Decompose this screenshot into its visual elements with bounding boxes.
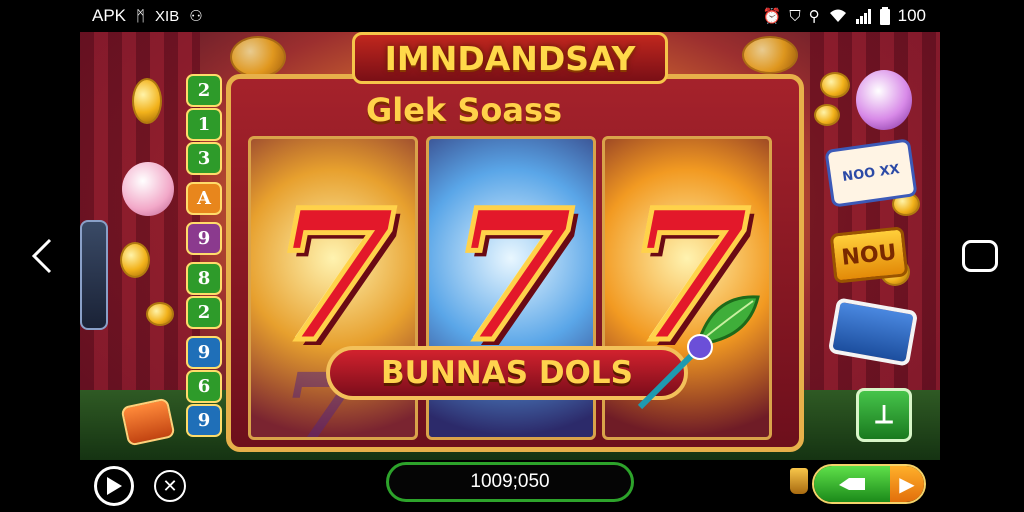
pig-mascot-icon — [122, 162, 174, 216]
magic-wand-icon — [637, 334, 713, 410]
deco-card-top: NOO XX — [824, 138, 918, 208]
battery-icon — [879, 7, 890, 25]
slot-game-scene: NOO XX NOU ⟂ IMNDANDSAY Glek Soass 7 7 7… — [80, 32, 940, 460]
close-icon: ✕ — [162, 475, 178, 497]
spin-button[interactable]: ▶ — [812, 464, 926, 504]
payline-number-badge: 2 — [186, 74, 222, 107]
notification-image-icon: ᛗ — [136, 7, 146, 25]
bonus-label: BUNNAS DOLS — [381, 355, 633, 391]
seven-symbol: 7 — [447, 171, 577, 382]
shield-icon: ⛉ — [789, 7, 801, 25]
game-title-banner: IMNDANDSAY — [352, 32, 668, 84]
payline-number-badge: 3 — [186, 142, 222, 175]
notification-text-icon: XIB — [155, 7, 180, 25]
screen-prop — [80, 220, 108, 330]
play-icon — [107, 477, 122, 495]
play-arrow-icon: ▶ — [899, 472, 915, 496]
payline-number-badge: 2 — [186, 296, 222, 329]
search-icon: ⚲ — [808, 8, 820, 25]
payline-number-badge: 9 — [186, 336, 222, 369]
notification-misc-icon: ⚇ — [189, 8, 203, 25]
autoplay-button[interactable] — [94, 466, 134, 506]
coin-icon — [230, 36, 286, 78]
coin-icon — [742, 36, 798, 74]
close-button[interactable]: ✕ — [154, 470, 186, 502]
spin-green-segment — [814, 466, 890, 502]
game-title: IMNDANDSAY — [384, 38, 636, 78]
payline-number-badge: 1 — [186, 108, 222, 141]
back-nav-icon[interactable] — [22, 236, 62, 276]
signal-icon — [855, 9, 871, 24]
status-app-label: APK — [92, 6, 127, 25]
hand-icon — [839, 478, 865, 490]
payline-number-badge: A — [186, 182, 222, 215]
seven-symbol: 7 — [269, 171, 399, 382]
alarm-icon: ⏰ — [762, 8, 782, 25]
battery-level: 100 — [897, 6, 926, 25]
spin-arrow-segment: ▶ — [890, 466, 924, 502]
payline-number-badge: 6 — [186, 370, 222, 403]
left-nav-area — [0, 0, 80, 512]
coin-icon — [120, 242, 150, 278]
deco-card-mid: NOU — [829, 226, 909, 284]
payline-number-badge: 9 — [186, 404, 222, 437]
right-nav-area — [940, 0, 1024, 512]
game-subtitle: Glek Soass — [365, 91, 563, 129]
coin-icon — [132, 78, 162, 124]
coin-icon — [820, 72, 850, 98]
purple-mascot-icon — [856, 70, 912, 130]
recent-apps-icon[interactable] — [962, 240, 998, 272]
payline-number-badge: 9 — [186, 222, 222, 255]
status-bar: APK ᛗ XIB ⚇ ⏰ ⛉ ⚲ 100 — [80, 0, 940, 32]
coin-icon — [814, 104, 840, 126]
balance-display: 1009;050 — [386, 462, 634, 502]
coin-icon — [146, 302, 174, 326]
payline-number-badge: 8 — [186, 262, 222, 295]
bottom-control-bar: ✕ 1009;050 ▶ — [80, 460, 940, 512]
wifi-icon — [829, 9, 846, 22]
green-chip-icon: ⟂ — [856, 388, 912, 442]
cup-icon[interactable] — [790, 468, 808, 494]
